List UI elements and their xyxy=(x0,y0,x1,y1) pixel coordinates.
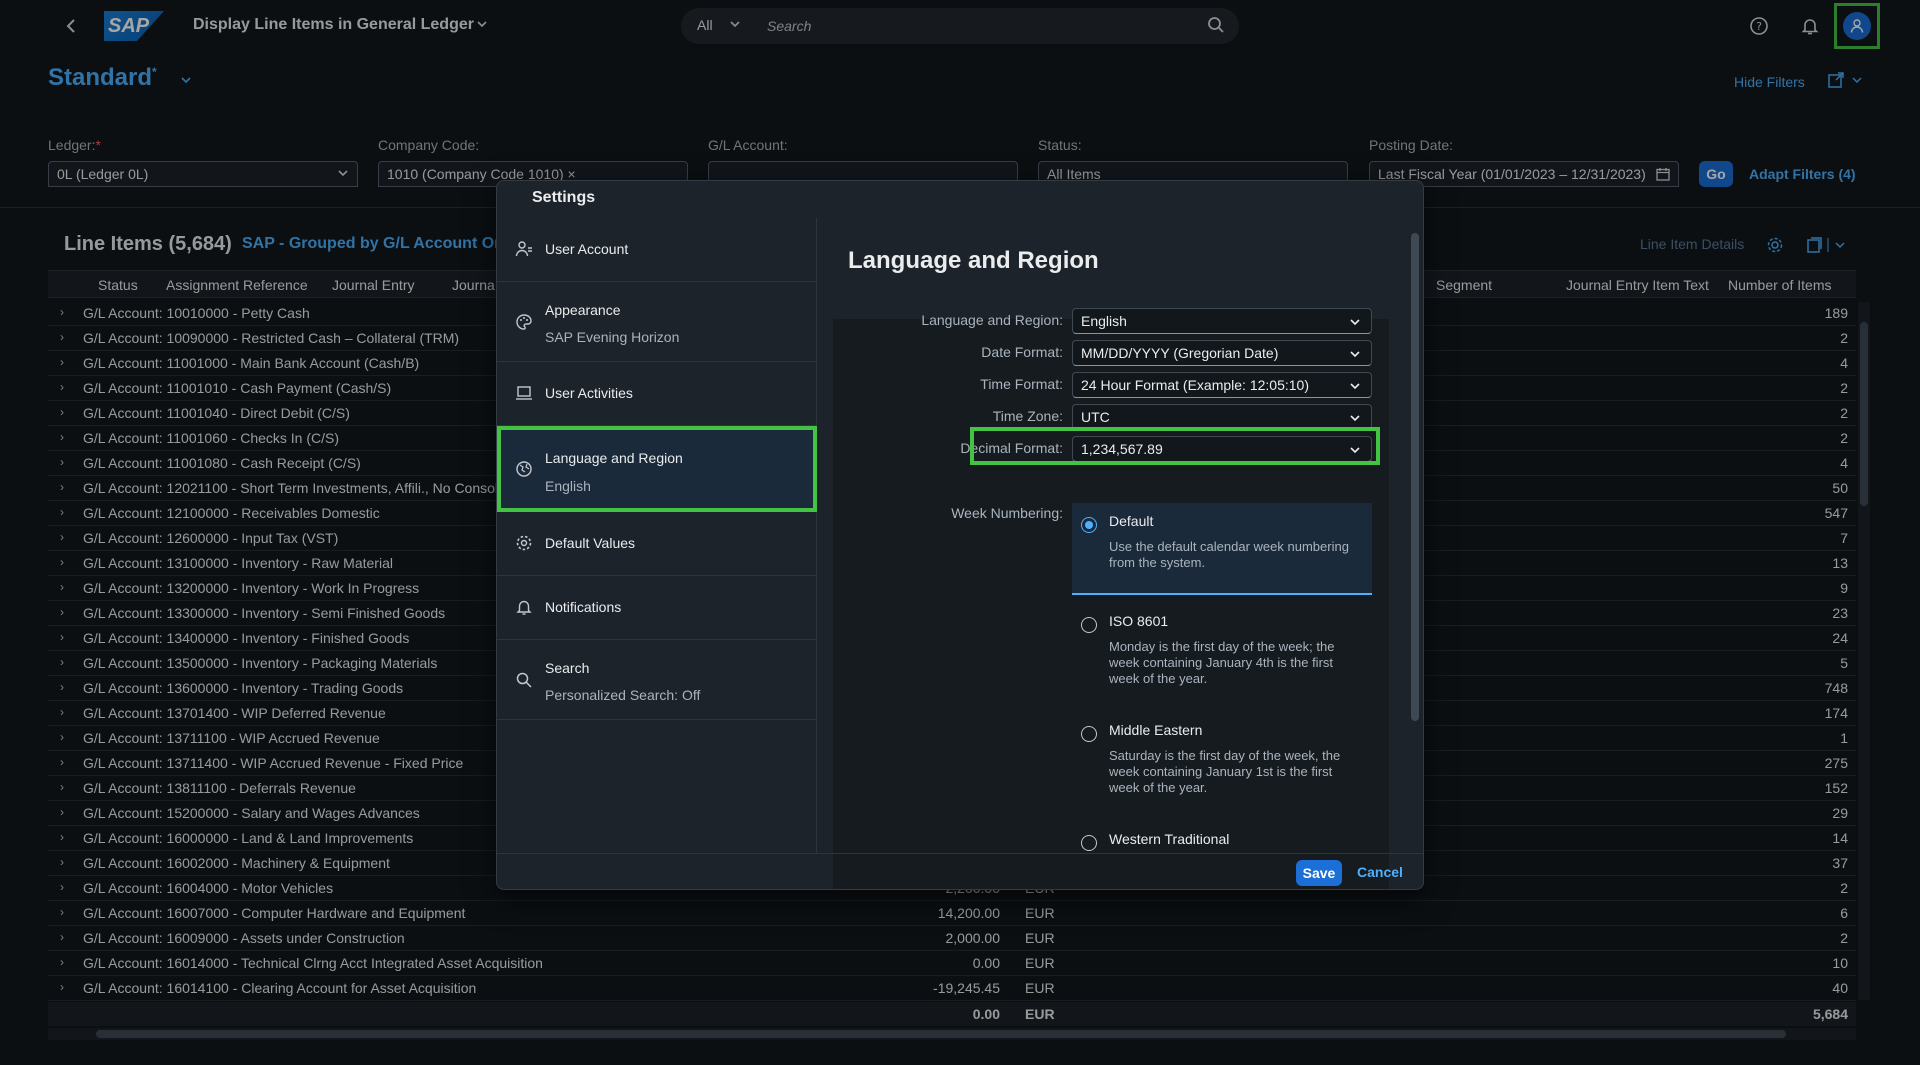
nav-item-default-values[interactable]: Default Values xyxy=(497,512,817,576)
nav-sub: SAP Evening Horizon xyxy=(545,329,680,345)
dialog-scrollbar[interactable] xyxy=(1409,221,1421,849)
nav-item-search[interactable]: Search Personalized Search: Off xyxy=(497,640,817,720)
option-description: Saturday is the first day of the week, t… xyxy=(1109,748,1341,795)
time-zone-label: Time Zone: xyxy=(992,408,1063,424)
week-option-middle-eastern[interactable]: Middle Eastern Saturday is the first day… xyxy=(1072,704,1372,812)
radio-button[interactable] xyxy=(1081,517,1097,533)
radio-button[interactable] xyxy=(1081,617,1097,633)
option-title: Western Traditional xyxy=(1109,831,1230,847)
nav-label: User Activities xyxy=(545,385,633,401)
selected-value: UTC xyxy=(1081,409,1110,425)
nav-sub: Personalized Search: Off xyxy=(545,687,701,703)
palette-icon xyxy=(515,313,533,331)
chevron-down-icon[interactable] xyxy=(1349,379,1361,391)
nav-item-appearance[interactable]: Appearance SAP Evening Horizon xyxy=(497,282,817,362)
date-format-label: Date Format: xyxy=(981,344,1063,360)
time-zone-highlight xyxy=(970,427,1380,465)
chevron-down-icon[interactable] xyxy=(1349,411,1361,423)
nav-sub: English xyxy=(545,478,591,494)
content-title: Language and Region xyxy=(848,247,1099,274)
language-and-region-label: Language and Region: xyxy=(921,312,1063,328)
settings-dialog: Settings User Account Appearance SAP Eve… xyxy=(496,180,1424,890)
nav-item-user-activities[interactable]: User Activities xyxy=(497,362,817,426)
nav-label: Appearance xyxy=(545,302,621,318)
dialog-title: Settings xyxy=(532,189,596,206)
week-option-default[interactable]: Default Use the default calendar week nu… xyxy=(1072,503,1372,595)
option-title: Default xyxy=(1109,513,1154,529)
option-description: Monday is the first day of the week; the… xyxy=(1109,639,1335,686)
week-option-iso-8601[interactable]: ISO 8601 Monday is the first day of the … xyxy=(1072,595,1372,703)
user-account-icon xyxy=(515,240,533,258)
time-format-label: Time Format: xyxy=(980,376,1063,392)
nav-label: User Account xyxy=(545,241,629,257)
laptop-icon xyxy=(515,384,533,402)
selected-value: 24 Hour Format (Example: 12:05:10) xyxy=(1081,377,1309,393)
nav-item-notifications[interactable]: Notifications xyxy=(497,576,817,640)
radio-button[interactable] xyxy=(1081,726,1097,742)
date-format-select[interactable]: MM/DD/YYYY (Gregorian Date) xyxy=(1072,340,1372,366)
nav-label: Notifications xyxy=(545,599,622,615)
chevron-down-icon[interactable] xyxy=(1349,315,1361,327)
selected-value: English xyxy=(1081,313,1127,329)
cancel-button[interactable]: Cancel xyxy=(1357,864,1403,880)
week-numbering-label: Week Numbering: xyxy=(951,505,1063,521)
save-button[interactable]: Save xyxy=(1296,860,1342,886)
week-option-western-traditional[interactable]: Western Traditional xyxy=(1072,813,1372,853)
search-icon xyxy=(515,671,533,689)
nav-label: Language and Region xyxy=(545,450,683,466)
selected-value: MM/DD/YYYY (Gregorian Date) xyxy=(1081,345,1279,361)
nav-label: Default Values xyxy=(545,535,636,551)
settings-nav: User Account Appearance SAP Evening Hori… xyxy=(497,218,817,853)
dialog-footer: Save Cancel xyxy=(497,853,1423,889)
chevron-down-icon[interactable] xyxy=(1349,347,1361,359)
bell-icon xyxy=(515,598,533,616)
globe-icon xyxy=(515,460,533,478)
nav-item-user-account[interactable]: User Account xyxy=(497,218,817,282)
radio-button[interactable] xyxy=(1081,835,1097,851)
option-title: ISO 8601 xyxy=(1109,613,1169,629)
option-title: Middle Eastern xyxy=(1109,722,1203,738)
language-and-region-select[interactable]: English xyxy=(1072,308,1372,334)
option-description: Use the default calendar week numbering … xyxy=(1109,539,1349,570)
time-format-select[interactable]: 24 Hour Format (Example: 12:05:10) xyxy=(1072,372,1372,398)
nav-item-language-and-region[interactable]: Language and Region English xyxy=(497,426,817,512)
gear-icon xyxy=(515,534,533,552)
nav-label: Search xyxy=(545,660,590,676)
